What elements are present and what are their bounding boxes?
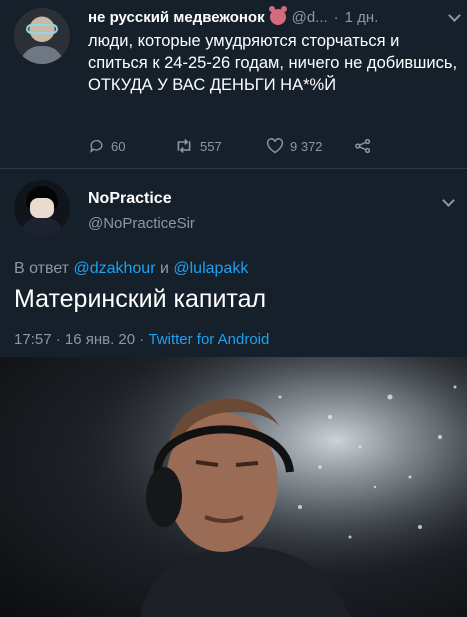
chevron-down-icon[interactable] — [442, 194, 455, 207]
tweet-meta: 17:57 · 16 янв. 20 · Twitter for Android — [14, 331, 269, 348]
timestamp[interactable]: 17:57 · 16 янв. 20 · — [14, 331, 144, 348]
tweet-text: Материнский капитал — [14, 285, 267, 313]
display-name[interactable]: не русский медвежонок — [88, 9, 265, 26]
tweet-actions: 60 557 9 372 — [88, 136, 428, 156]
tweet-text: люди, которые умудряются сторчаться и сп… — [88, 32, 458, 94]
like-button[interactable]: 9 372 — [266, 138, 354, 154]
tweet-divider — [0, 168, 467, 169]
like-icon — [266, 138, 284, 154]
avatar-shirt — [20, 46, 64, 64]
separator-dot: · — [333, 8, 339, 26]
reaction-image — [0, 357, 467, 617]
reply-conjunction: и — [159, 260, 169, 277]
tweet-original[interactable]: не русский медвежонок @d... · 1 дн. люди… — [0, 0, 467, 168]
source-link[interactable]: Twitter for Android — [148, 331, 269, 348]
reply-button[interactable]: 60 — [88, 138, 174, 154]
reply-context: В ответ @dzakhour и @lulapakk — [14, 260, 248, 278]
reply-prefix: В ответ — [14, 260, 70, 277]
reply-icon — [90, 140, 103, 153]
avatar-glasses — [26, 24, 58, 34]
avatar[interactable] — [14, 180, 70, 236]
avatar[interactable] — [14, 8, 70, 64]
share-icon — [355, 138, 371, 154]
tweet-header: не русский медвежонок @d... · 1 дн. — [88, 6, 461, 28]
headphones-ear-cup — [146, 467, 182, 527]
user-handle[interactable]: @d... — [292, 9, 328, 26]
chevron-down-icon[interactable] — [448, 8, 461, 22]
reaction-image-drawing — [0, 357, 467, 617]
mention-link[interactable]: @dzakhour — [73, 260, 155, 277]
display-name[interactable]: NoPractice — [88, 190, 172, 208]
reply-count: 60 — [111, 138, 126, 154]
retweet-count: 557 — [200, 138, 222, 154]
avatar-suit — [22, 218, 62, 236]
retweet-button[interactable]: 557 — [174, 138, 266, 154]
retweet-icon — [177, 139, 191, 153]
avatar-face — [30, 198, 54, 218]
mention-link[interactable]: @lulapakk — [173, 260, 248, 277]
user-handle[interactable]: @NoPracticeSir — [88, 215, 195, 232]
share-button[interactable] — [354, 138, 378, 154]
timestamp[interactable]: 1 дн. — [345, 9, 379, 26]
like-count: 9 372 — [290, 138, 323, 154]
bear-face-icon — [268, 6, 287, 25]
